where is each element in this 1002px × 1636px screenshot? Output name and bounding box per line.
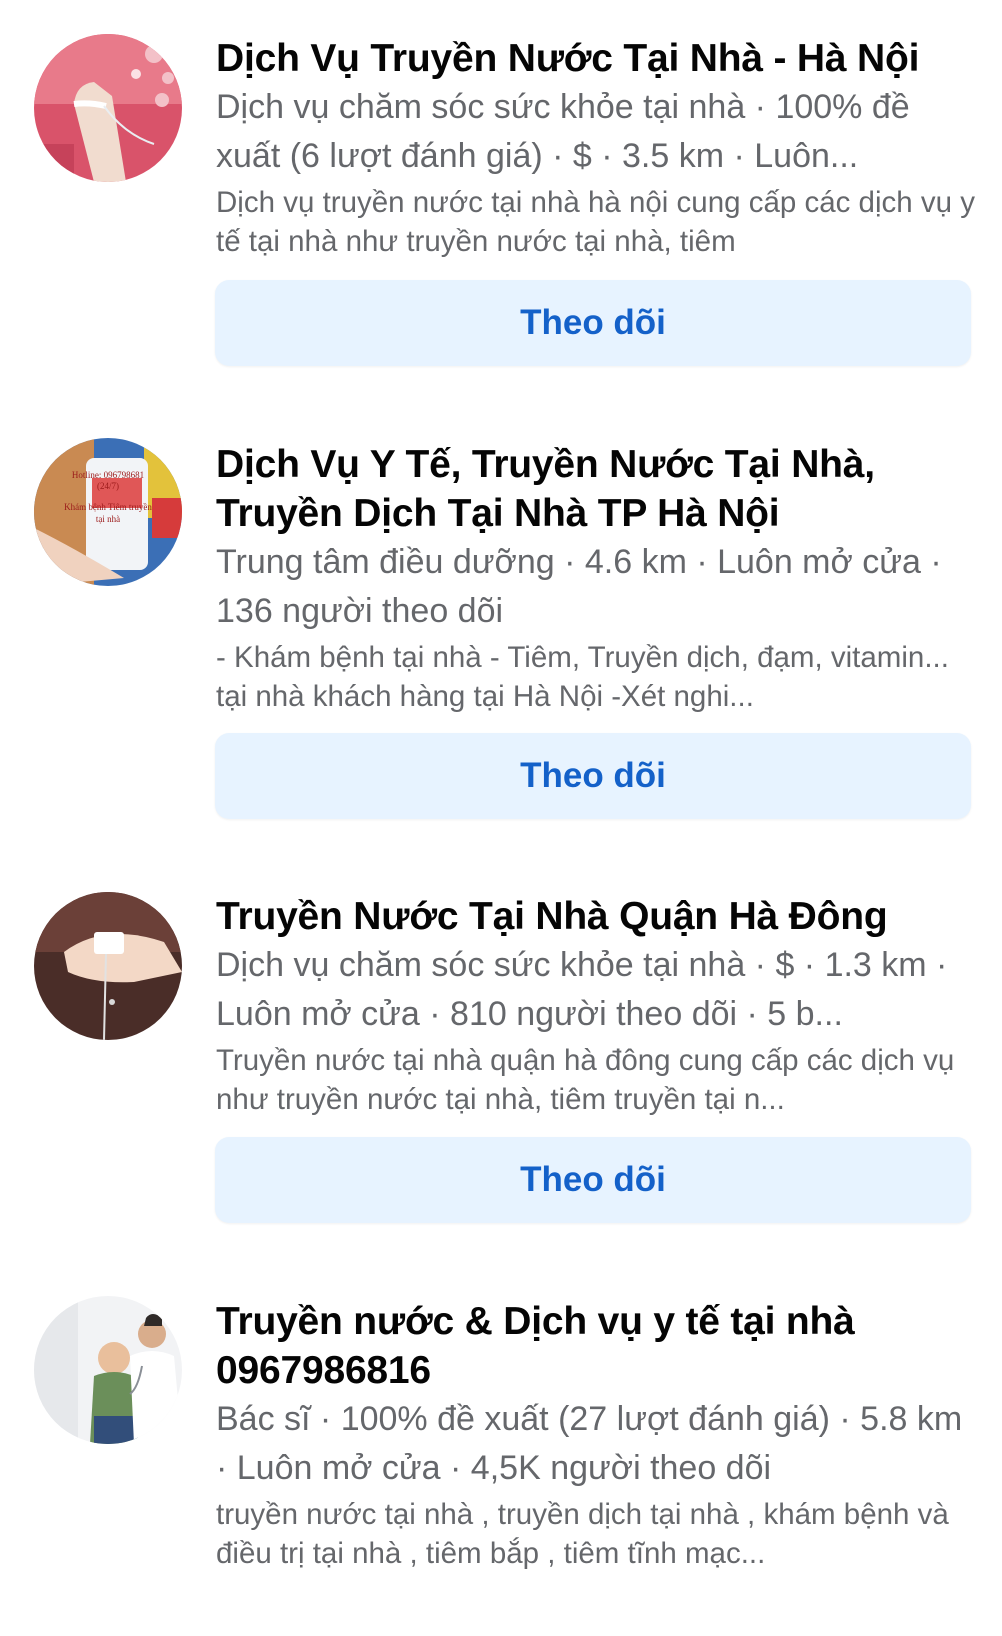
page-description: Dịch vụ truyền nước tại nhà hà nội cung … (216, 186, 975, 258)
result-info-4: Truyền nước & Dịch vụ y tế tại nhà 09679… (216, 1297, 976, 1573)
page-avatar-2[interactable]: Hotline: 096798681 (24/7) Khám bệnh Tiêm… (34, 438, 182, 586)
page-title[interactable]: Truyền Nước Tại Nhà Quận Hà Đông (216, 892, 976, 941)
result-info-1: Dịch Vụ Truyền Nước Tại Nhà - Hà Nội Dịc… (216, 34, 976, 261)
iv-drip-arm-photo-icon (34, 34, 182, 182)
page-avatar-1[interactable] (34, 34, 182, 182)
page-meta: Dịch vụ chăm sóc sức khỏe tại nhà · 100%… (216, 88, 910, 175)
iv-line-hand-photo-icon (34, 892, 182, 1040)
page-description: Truyền nước tại nhà quận hà đông cung cấ… (216, 1044, 955, 1116)
follow-button[interactable]: Theo dõi (215, 1137, 971, 1223)
doctor-child-photo-icon (34, 1296, 182, 1444)
page-description: - Khám bệnh tại nhà - Tiêm, Truyền dịch,… (216, 641, 949, 713)
result-info-3: Truyền Nước Tại Nhà Quận Hà Đông Dịch vụ… (216, 892, 976, 1119)
page-avatar-3[interactable] (34, 892, 182, 1040)
page-description: truyền nước tại nhà , truyền dịch tại nh… (216, 1498, 949, 1570)
page-title[interactable]: Truyền nước & Dịch vụ y tế tại nhà 09679… (216, 1297, 976, 1395)
iv-bag-photo-icon: Hotline: 096798681 (24/7) Khám bệnh Tiêm… (34, 438, 182, 586)
avatar-caption: tại nhà (96, 514, 120, 524)
page-meta: Dịch vụ chăm sóc sức khỏe tại nhà · $ · … (216, 946, 948, 1033)
avatar-caption: Hotline: 096798681 (72, 470, 144, 480)
result-info-2: Dịch Vụ Y Tế, Truyền Nước Tại Nhà, Truyề… (216, 440, 976, 716)
page-avatar-4[interactable] (34, 1296, 182, 1444)
page-meta: Bác sĩ · 100% đề xuất (27 lượt đánh giá)… (216, 1400, 963, 1487)
page-title[interactable]: Dịch Vụ Truyền Nước Tại Nhà - Hà Nội (216, 34, 976, 83)
follow-button[interactable]: Theo dõi (215, 733, 971, 819)
page-title[interactable]: Dịch Vụ Y Tế, Truyền Nước Tại Nhà, Truyề… (216, 440, 976, 538)
page-meta: Trung tâm điều dưỡng · 4.6 km · Luôn mở … (216, 543, 942, 630)
follow-button[interactable]: Theo dõi (215, 280, 971, 366)
avatar-caption: Khám bệnh Tiêm truyền (64, 502, 152, 512)
avatar-caption: (24/7) (97, 481, 119, 491)
